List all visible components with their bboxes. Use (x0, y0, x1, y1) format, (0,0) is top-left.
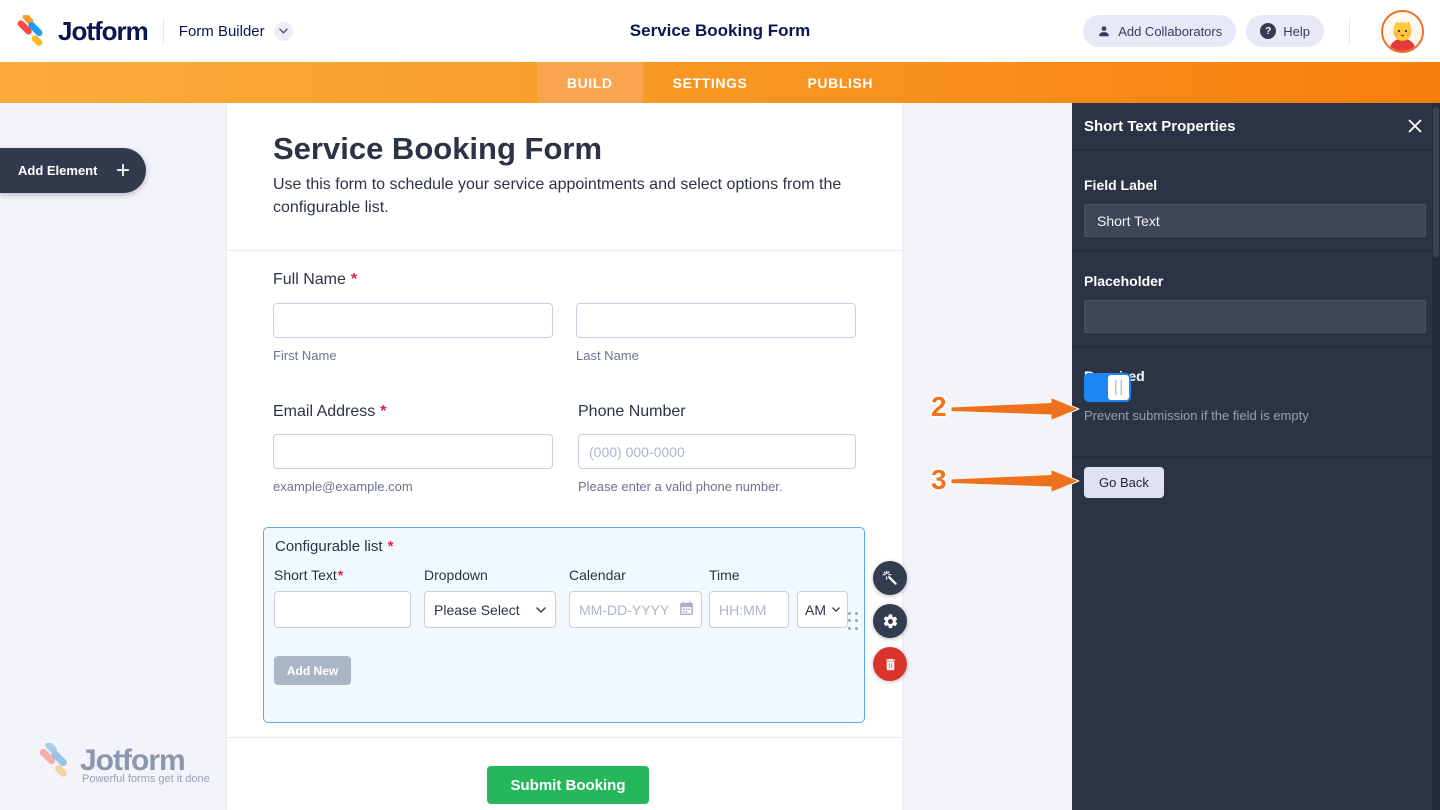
workspace: Add Element + Service Booking Form Use t… (0, 103, 1440, 810)
plus-icon: + (116, 159, 130, 183)
chevron-down-icon (274, 22, 293, 41)
col-calendar-label: Calendar (569, 567, 626, 583)
add-collaborators-button[interactable]: Add Collaborators (1083, 15, 1236, 47)
avatar-cat-illustration (1383, 12, 1422, 51)
col-dropdown-label: Dropdown (424, 567, 488, 583)
ampm-value: AM (805, 602, 826, 618)
gear-icon (882, 613, 899, 630)
chevron-down-icon (832, 607, 840, 612)
field-settings-button[interactable] (873, 604, 907, 638)
delete-field-button[interactable] (873, 647, 907, 681)
add-new-row-button[interactable]: Add New (274, 656, 351, 685)
watermark-tagline: Powerful forms get it done (82, 773, 218, 785)
magic-wand-icon (882, 570, 899, 587)
placeholder-input[interactable] (1084, 300, 1426, 333)
field-label-input[interactable] (1084, 204, 1426, 237)
panel-scrollbar[interactable] (1432, 103, 1440, 810)
drag-handle[interactable] (848, 612, 860, 632)
scrollbar-thumb[interactable] (1433, 107, 1439, 257)
magic-wand-button[interactable] (873, 561, 907, 595)
app-switcher[interactable]: Form Builder (179, 22, 293, 41)
watermark-logo-icon (38, 743, 74, 779)
required-toggle[interactable] (1084, 373, 1131, 402)
header-divider-2 (1349, 18, 1350, 44)
jotform-logo[interactable]: Jotform (16, 15, 148, 48)
question-icon: ? (1260, 23, 1276, 39)
jotform-watermark[interactable]: Jotform Powerful forms get it done (38, 743, 218, 785)
last-name-input[interactable] (576, 303, 856, 338)
submit-booking-button[interactable]: Submit Booking (487, 766, 649, 804)
phone-input[interactable] (578, 434, 856, 469)
list-time-input[interactable] (709, 591, 789, 628)
first-name-input[interactable] (273, 303, 553, 338)
configurable-list-label: Configurable list* (275, 538, 393, 555)
add-element-button[interactable]: Add Element + (0, 148, 146, 193)
jotform-form-builder: Jotform Form Builder Service Booking For… (0, 0, 1440, 810)
trash-icon (883, 657, 898, 672)
add-element-label: Add Element (18, 163, 97, 178)
go-back-section: Go Back (1072, 458, 1440, 518)
placeholder-section: Placeholder (1072, 252, 1440, 348)
jotform-logo-icon (16, 15, 49, 48)
user-avatar[interactable] (1381, 10, 1424, 53)
logo-wordmark: Jotform (58, 16, 148, 47)
calendar-icon (678, 600, 695, 617)
email-input[interactable] (273, 434, 553, 469)
phone-label: Phone Number (578, 403, 686, 421)
annotation-step-3: 3 (931, 464, 947, 496)
form-description: Use this form to schedule your service a… (273, 173, 843, 219)
list-ampm-select[interactable]: AM (797, 591, 848, 628)
tab-publish[interactable]: PUBLISH (777, 62, 903, 103)
annotation-arrow-3 (950, 467, 1080, 495)
col-short-text-label: Short Text* (274, 567, 343, 583)
annotation-step-2: 2 (931, 391, 947, 423)
form-header-block[interactable]: Service Booking Form Use this form to sc… (227, 103, 902, 251)
chevron-down-icon (536, 607, 546, 613)
field-label-heading: Field Label (1084, 177, 1157, 193)
required-section: Required Prevent submission if the field… (1072, 348, 1440, 458)
form-title: Service Booking Form (273, 131, 602, 167)
tab-build[interactable]: BUILD (537, 62, 643, 103)
form-footer: Submit Booking (227, 737, 902, 810)
person-icon (1097, 24, 1111, 38)
form-canvas: Service Booking Form Use this form to sc… (227, 103, 902, 810)
email-label: Email Address* (273, 403, 387, 421)
configurable-list-field[interactable]: Configurable list* Short Text* Dropdown … (263, 527, 865, 723)
top-header: Jotform Form Builder Service Booking For… (0, 0, 1440, 62)
col-time-label: Time (709, 567, 740, 583)
full-name-label: Full Name* (273, 271, 357, 289)
panel-title: Short Text Properties (1084, 118, 1235, 135)
properties-panel: Short Text Properties Field Label Placeh… (1072, 103, 1440, 810)
builder-nav: BUILD SETTINGS PUBLISH (0, 62, 1440, 103)
add-collaborators-label: Add Collaborators (1118, 24, 1222, 39)
toggle-knob (1108, 375, 1129, 400)
email-sublabel: example@example.com (273, 479, 413, 494)
go-back-button[interactable]: Go Back (1084, 467, 1164, 498)
header-divider (163, 18, 164, 44)
close-icon (1408, 119, 1422, 133)
required-asterisk: * (380, 403, 386, 420)
app-name: Form Builder (179, 23, 265, 40)
required-asterisk: * (388, 538, 394, 555)
phone-sublabel: Please enter a valid phone number. (578, 479, 783, 494)
annotation-arrow-2 (950, 395, 1080, 423)
help-label: Help (1283, 24, 1310, 39)
required-asterisk: * (351, 271, 357, 288)
field-label-section: Field Label (1072, 151, 1440, 252)
close-panel-button[interactable] (1404, 115, 1426, 137)
first-name-sublabel: First Name (273, 348, 337, 363)
list-calendar-field[interactable] (569, 591, 702, 628)
last-name-sublabel: Last Name (576, 348, 639, 363)
required-hint: Prevent submission if the field is empty (1084, 408, 1309, 423)
dropdown-value: Please Select (434, 602, 520, 618)
help-button[interactable]: ? Help (1246, 15, 1324, 47)
list-short-text-input[interactable] (274, 591, 411, 628)
placeholder-heading: Placeholder (1084, 273, 1163, 289)
list-dropdown-select[interactable]: Please Select (424, 591, 556, 628)
tab-settings[interactable]: SETTINGS (643, 62, 778, 103)
